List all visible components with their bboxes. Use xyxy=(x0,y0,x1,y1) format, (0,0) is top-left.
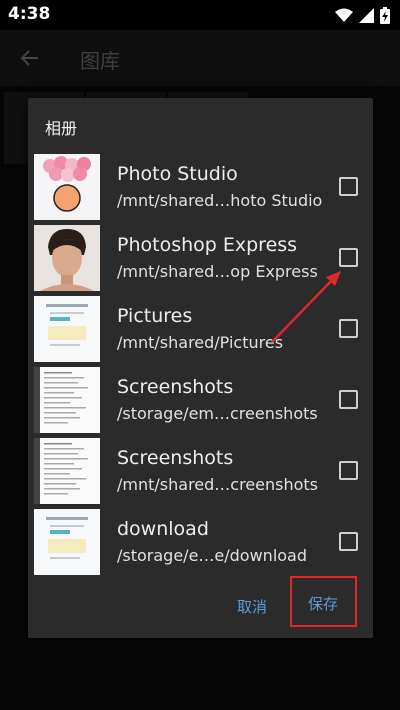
album-thumbnail xyxy=(34,225,100,291)
status-icons xyxy=(335,7,390,24)
dialog-actions: 取消 保存 xyxy=(28,576,373,628)
signal-icon xyxy=(359,8,374,23)
save-button-highlight: 保存 xyxy=(290,576,357,627)
album-picker-dialog: 相册 Photo Studio /mnt/shared…hoto Studio xyxy=(28,98,373,638)
album-row-screenshots[interactable]: Screenshots /storage/em…creenshots xyxy=(28,366,373,437)
album-thumbnail xyxy=(34,296,100,362)
album-thumbnail xyxy=(34,438,100,504)
album-thumbnail xyxy=(34,367,100,433)
album-name: Pictures xyxy=(117,305,193,327)
album-checkbox[interactable] xyxy=(339,532,358,551)
album-checkbox[interactable] xyxy=(339,177,358,196)
album-path: /storage/e…e/download xyxy=(117,546,308,565)
status-time: 4:38 xyxy=(8,4,51,24)
album-path: /mnt/shared/Pictures xyxy=(117,333,284,352)
save-button[interactable]: 保存 xyxy=(308,593,338,614)
album-checkbox[interactable] xyxy=(339,248,358,267)
album-name: Photo Studio xyxy=(117,163,238,185)
album-row-screenshots[interactable]: Screenshots /mnt/shared…creenshots xyxy=(28,437,373,508)
album-name: Screenshots xyxy=(117,447,234,469)
album-checkbox[interactable] xyxy=(339,390,358,409)
album-checkbox[interactable] xyxy=(339,319,358,338)
album-checkbox[interactable] xyxy=(339,461,358,480)
status-bar: 4:38 xyxy=(0,0,400,30)
album-name: download xyxy=(117,518,209,540)
wifi-icon xyxy=(335,8,353,22)
album-thumbnail xyxy=(34,154,100,220)
album-row-pictures[interactable]: Pictures /mnt/shared/Pictures xyxy=(28,295,373,366)
album-path: /mnt/shared…op Express xyxy=(117,262,318,281)
dialog-title: 相册 xyxy=(45,119,78,138)
battery-charging-icon xyxy=(380,7,390,24)
album-thumbnail xyxy=(34,509,100,575)
album-row-download[interactable]: download /storage/e…e/download xyxy=(28,508,373,579)
album-row-photoshop-express[interactable]: Photoshop Express /mnt/shared…op Express xyxy=(28,224,373,295)
album-path: /storage/em…creenshots xyxy=(117,404,318,423)
album-path: /mnt/shared…hoto Studio xyxy=(117,191,323,210)
album-row-photo-studio[interactable]: Photo Studio /mnt/shared…hoto Studio xyxy=(28,153,373,224)
album-name: Photoshop Express xyxy=(117,234,298,256)
album-list: Photo Studio /mnt/shared…hoto Studio Pho… xyxy=(28,153,373,579)
album-path: /mnt/shared…creenshots xyxy=(117,475,319,494)
album-name: Screenshots xyxy=(117,376,234,398)
cancel-button[interactable]: 取消 xyxy=(237,596,267,617)
